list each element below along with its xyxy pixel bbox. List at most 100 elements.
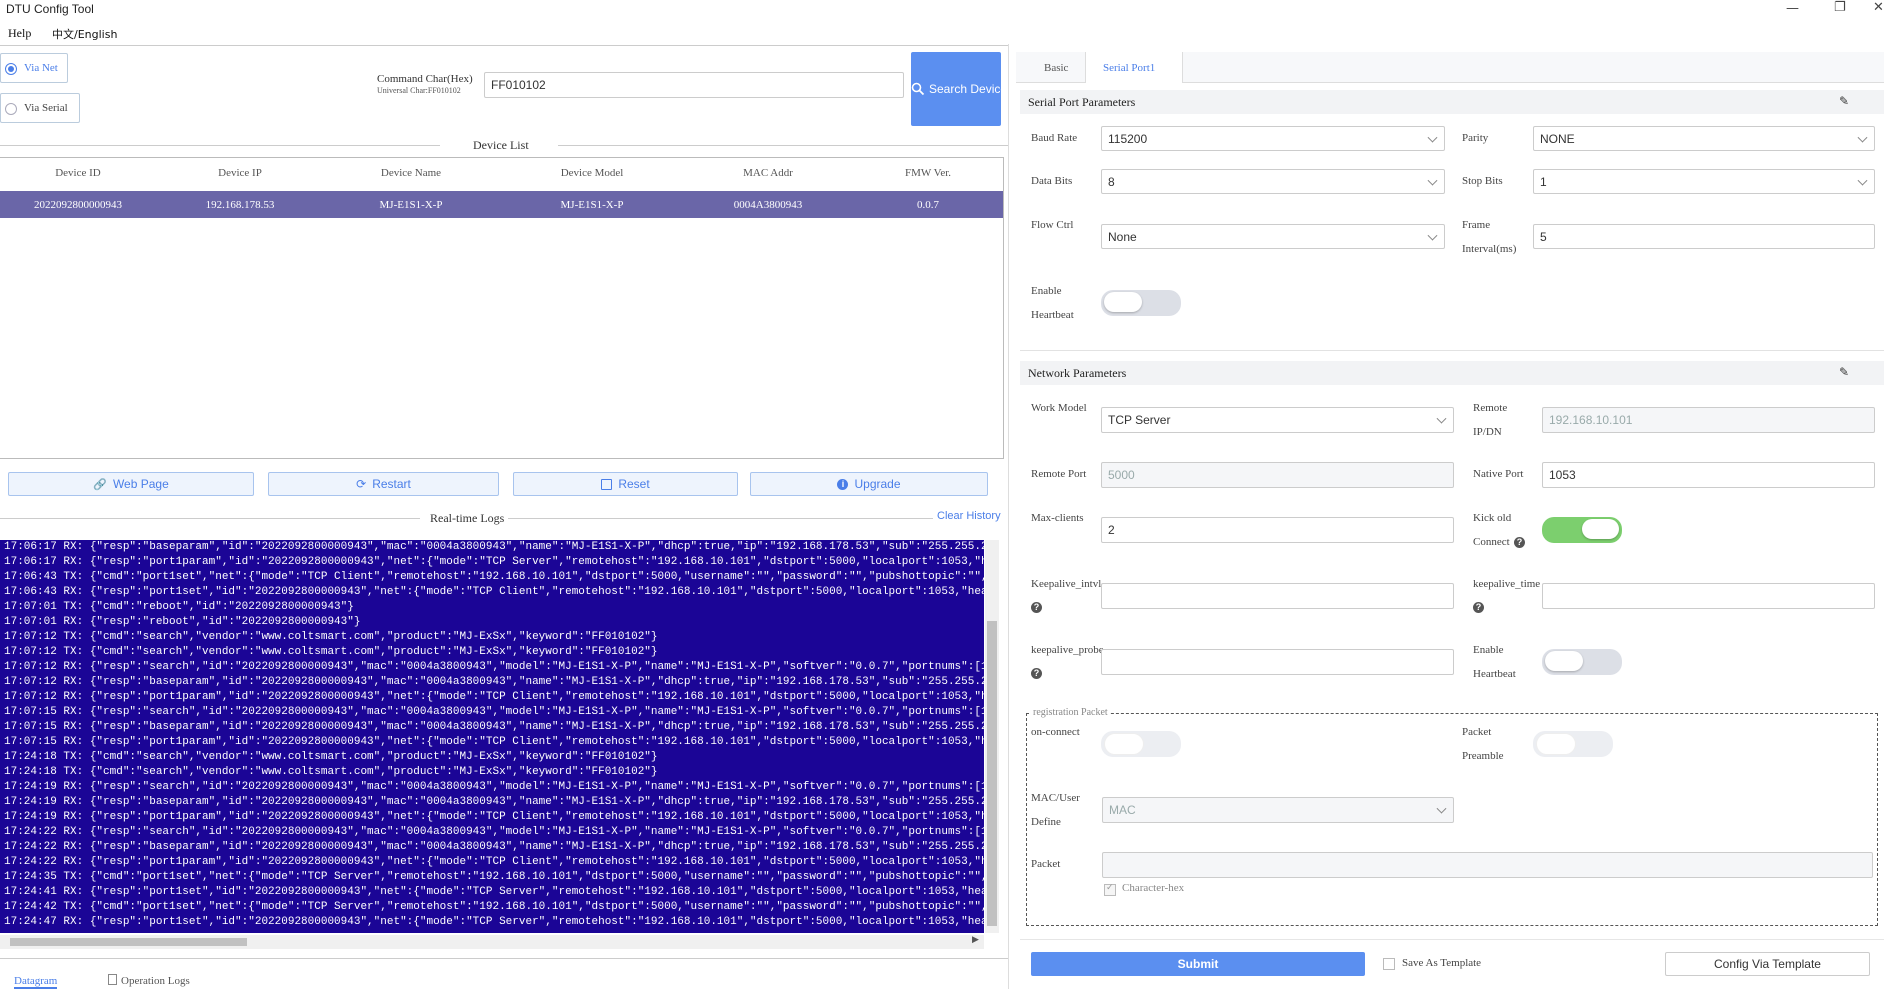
scrollbar-thumb[interactable] <box>987 621 997 926</box>
upgrade-button[interactable]: i Upgrade <box>750 472 988 496</box>
tab-serial-port1[interactable]: Serial Port1 <box>1085 52 1183 83</box>
log-line: 17:06:17 RX: {"resp":"baseparam","id":"2… <box>4 541 984 553</box>
help-icon[interactable]: ? <box>1514 537 1525 548</box>
mac-user-select[interactable]: MAC <box>1102 797 1454 823</box>
reset-button[interactable]: Reset <box>513 472 738 496</box>
close-icon[interactable]: ✕ <box>1873 0 1884 15</box>
via-net-radio[interactable]: Via Net <box>0 53 68 83</box>
file-icon <box>108 974 117 985</box>
serial-params-title: Serial Port Parameters <box>1028 94 1136 109</box>
native-port-label: Native Port <box>1473 468 1524 480</box>
character-hex-checkbox[interactable]: ✓ <box>1104 883 1116 896</box>
stop-bits-select[interactable]: 1 <box>1533 169 1875 194</box>
menu-help[interactable]: Help <box>8 26 31 41</box>
remote-ip-input[interactable]: 192.168.10.101 <box>1542 407 1875 433</box>
command-char-label: Command Char(Hex) <box>377 73 473 85</box>
work-model-select[interactable]: TCP Server <box>1101 407 1454 433</box>
web-page-label: Web Page <box>112 477 169 491</box>
submit-button[interactable]: Submit <box>1031 952 1365 976</box>
serial-params-header[interactable]: Serial Port Parameters ✎ <box>1020 90 1884 114</box>
network-params-header[interactable]: Network Parameters ✎ <box>1020 361 1884 385</box>
save-as-template-checkbox[interactable] <box>1383 958 1395 970</box>
restart-button[interactable]: ⟳ Restart <box>268 472 499 496</box>
web-page-button[interactable]: 🔗 Web Page <box>8 472 254 496</box>
refresh-icon: ⟳ <box>356 477 367 491</box>
kick-old-toggle[interactable] <box>1542 517 1622 543</box>
serial-heartbeat-toggle[interactable] <box>1101 290 1181 316</box>
log-line: 17:24:35 TX: {"cmd":"port1set","net":{"m… <box>4 871 984 883</box>
log-line: 17:06:43 TX: {"cmd":"port1set","net":{"m… <box>4 571 984 583</box>
search-devices-button[interactable]: Search Devices <box>911 52 1001 126</box>
search-icon <box>911 82 925 96</box>
divider <box>508 518 933 519</box>
clear-history-link[interactable]: Clear History <box>937 510 1001 522</box>
tab-operation-logs[interactable]: Operation Logs <box>108 971 190 989</box>
restore-icon[interactable]: ❐ <box>1834 0 1846 15</box>
max-clients-label: Max-clients <box>1031 512 1084 524</box>
on-connect-toggle[interactable] <box>1101 731 1181 757</box>
packet-preamble-toggle[interactable] <box>1533 731 1613 757</box>
tab-datagram[interactable]: Datagram <box>14 971 58 989</box>
frame-interval-input[interactable]: 5 <box>1533 224 1875 249</box>
title-bar: DTU Config Tool — ❐ ✕ <box>0 0 1884 18</box>
tab-basic-label: Basic <box>1044 62 1069 74</box>
device-table-header: Device ID Device IP Device Name Device M… <box>0 158 1003 190</box>
help-icon[interactable]: ? <box>1031 602 1042 613</box>
parity-select[interactable]: NONE <box>1533 126 1875 151</box>
menu-language[interactable]: 中文/English <box>52 26 117 42</box>
log-line: 17:06:43 RX: {"resp":"port1set","id":"20… <box>4 586 984 598</box>
toggle-knob <box>1536 733 1576 755</box>
native-port-input[interactable]: 1053 <box>1542 462 1875 488</box>
via-serial-radio[interactable]: Via Serial <box>0 93 80 123</box>
log-line: 17:24:22 RX: {"resp":"search","id":"2022… <box>4 826 984 838</box>
packet-preamble-label: Packet <box>1462 726 1492 738</box>
minimize-icon[interactable]: — <box>1786 1 1799 16</box>
universal-char-label: Universal Char:FF010102 <box>377 86 461 95</box>
stop-bits-value: 1 <box>1540 174 1547 189</box>
log-line: 17:07:01 RX: {"resp":"reboot","id":"2022… <box>4 616 361 628</box>
cell-fmw-ver: 0.0.7 <box>917 199 939 211</box>
cell-device-name: MJ-E1S1-X-P <box>379 199 443 211</box>
scrollbar-thumb[interactable] <box>10 938 247 946</box>
help-icon[interactable]: ? <box>1031 668 1042 679</box>
keepalive-probe-input[interactable] <box>1101 649 1454 675</box>
log-line: 17:24:22 RX: {"resp":"port1param","id":"… <box>4 856 984 868</box>
restart-label: Restart <box>372 477 411 491</box>
divider <box>558 145 1008 146</box>
remote-port-input[interactable]: 5000 <box>1101 462 1454 488</box>
flow-ctrl-select[interactable]: None <box>1101 224 1445 249</box>
log-vertical-scrollbar[interactable] <box>985 540 999 933</box>
network-heartbeat-toggle[interactable] <box>1542 649 1622 675</box>
work-model-label: Work Model <box>1031 402 1087 414</box>
stop-bits-label: Stop Bits <box>1462 175 1503 187</box>
baud-rate-label: Baud Rate <box>1031 132 1078 144</box>
parity-label: Parity <box>1462 132 1489 144</box>
save-as-template-label: Save As Template <box>1402 957 1482 969</box>
cell-device-model: MJ-E1S1-X-P <box>560 199 624 211</box>
data-bits-select[interactable]: 8 <box>1101 169 1445 194</box>
log-area[interactable]: 17:06:17 RX: {"resp":"baseparam","id":"2… <box>0 540 984 933</box>
log-line: 17:24:19 RX: {"resp":"port1param","id":"… <box>4 811 984 823</box>
command-char-input[interactable]: FF010102 <box>484 72 904 98</box>
scroll-right-icon[interactable]: ▶ <box>972 935 979 945</box>
keepalive-time-label: keepalive_time <box>1473 578 1541 590</box>
menu-bar: Help 中文/English <box>0 22 1884 42</box>
packet-textarea[interactable] <box>1102 852 1873 878</box>
log-line: 17:06:17 RX: {"resp":"port1param","id":"… <box>4 556 984 568</box>
max-clients-input[interactable]: 2 <box>1101 517 1454 543</box>
kick-old-label-2: Connect <box>1473 536 1510 548</box>
reset-label: Reset <box>618 477 650 491</box>
upgrade-label: Upgrade <box>854 477 901 491</box>
pin-icon[interactable]: ✎ <box>1839 94 1849 108</box>
keepalive-time-input[interactable] <box>1542 583 1875 609</box>
help-icon[interactable]: ? <box>1473 602 1484 613</box>
panel-splitter[interactable] <box>1008 44 1009 989</box>
pin-icon[interactable]: ✎ <box>1839 365 1849 379</box>
tab-basic[interactable]: Basic <box>1024 52 1093 82</box>
log-line: 17:24:19 RX: {"resp":"search","id":"2022… <box>4 781 984 793</box>
log-horizontal-scrollbar[interactable]: ▶ <box>0 935 984 949</box>
baud-rate-select[interactable]: 115200 <box>1101 126 1445 151</box>
table-row[interactable]: 2022092800000943 192.168.178.53 MJ-E1S1-… <box>0 191 1003 218</box>
keepalive-intvl-input[interactable] <box>1101 583 1454 609</box>
config-via-template-button[interactable]: Config Via Template <box>1665 952 1870 976</box>
